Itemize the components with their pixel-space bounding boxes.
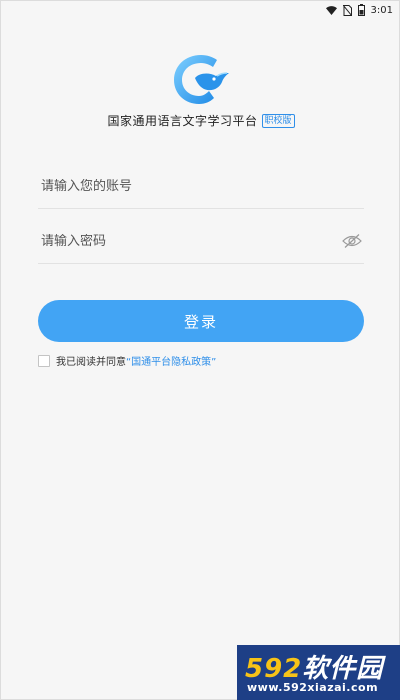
status-bar: 3:01 xyxy=(1,1,400,19)
privacy-policy-link[interactable]: “国通平台隐私政策” xyxy=(126,353,216,368)
battery-icon xyxy=(357,4,365,16)
password-input[interactable] xyxy=(38,234,364,249)
password-field xyxy=(38,220,364,264)
eye-hidden-icon[interactable] xyxy=(342,233,362,249)
account-field xyxy=(38,165,364,209)
no-sim-icon xyxy=(342,4,352,16)
edition-badge: 职校版 xyxy=(261,113,295,128)
app-screen: 3:01 国家通用语言文字学习平台 职校版 登录 我已阅读并同意 “国通平台 xyxy=(0,0,400,700)
bird-logo-icon xyxy=(174,55,229,104)
watermark-logo: 592软件园 xyxy=(245,648,383,685)
wifi-icon xyxy=(325,5,337,15)
app-title: 国家通用语言文字学习平台 xyxy=(107,114,258,128)
agreement-text: 我已阅读并同意 xyxy=(56,357,126,368)
status-time: 3:01 xyxy=(370,4,393,16)
app-title-row: 国家通用语言文字学习平台 职校版 xyxy=(1,112,400,129)
agreement-checkbox[interactable] xyxy=(38,354,50,367)
privacy-agreement: 我已阅读并同意 “国通平台隐私政策” xyxy=(38,353,216,368)
watermark-number: 592 xyxy=(245,654,303,684)
login-button[interactable]: 登录 xyxy=(38,300,364,342)
account-input[interactable] xyxy=(38,179,364,194)
watermark-url: www.592xiazai.com xyxy=(247,681,379,694)
site-watermark: 592软件园 www.592xiazai.com xyxy=(237,645,400,700)
watermark-text: 软件园 xyxy=(302,654,384,684)
